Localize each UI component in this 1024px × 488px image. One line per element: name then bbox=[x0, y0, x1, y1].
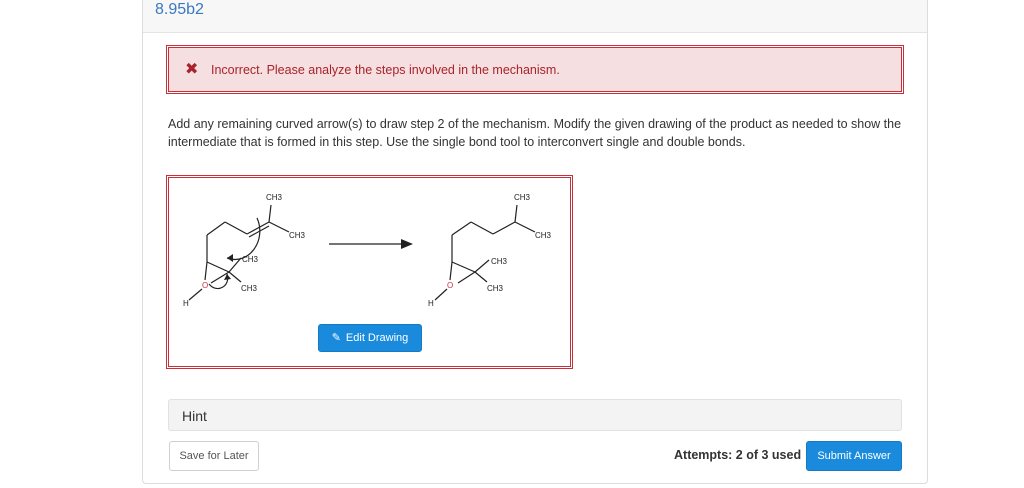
product-label-ch3-right: CH3 bbox=[535, 231, 552, 240]
submit-answer-button[interactable]: Submit Answer bbox=[806, 441, 902, 471]
reactant-label-ch3-right: CH3 bbox=[289, 231, 306, 240]
reactant-label-ch3-top: CH3 bbox=[266, 193, 283, 202]
instructions-text: Add any remaining curved arrow(s) to dra… bbox=[168, 117, 902, 149]
product-label-ch3-bottom: CH3 bbox=[487, 284, 504, 293]
pencil-icon: ✎ bbox=[331, 332, 341, 344]
edit-drawing-label: Edit Drawing bbox=[345, 332, 409, 344]
reactant-label-ch3-bottom: CH3 bbox=[241, 284, 258, 293]
reaction-arrowhead bbox=[401, 239, 413, 249]
card-header: 8.95b2 bbox=[143, 0, 927, 33]
reactant-label-h: H bbox=[183, 299, 189, 308]
reactant-label-o: O bbox=[202, 281, 208, 290]
reactant-label-ch3-mid: CH3 bbox=[242, 255, 259, 264]
attempts-counter: Attempts: 2 of 3 used bbox=[674, 448, 802, 462]
incorrect-alert: ✖ Incorrect. Please analyze the steps in… bbox=[166, 45, 904, 94]
hint-label: Hint bbox=[182, 408, 207, 424]
save-for-later-button[interactable]: Save for Later bbox=[169, 441, 259, 471]
product-label-ch3-top: CH3 bbox=[514, 193, 531, 202]
edit-drawing-button[interactable]: ✎ Edit Drawing bbox=[318, 324, 422, 352]
product-label-h: H bbox=[428, 299, 434, 308]
drawing-area[interactable]: CH3 CH3 CH3 CH3 H O CH3 CH3 CH3 CH3 H O … bbox=[166, 175, 573, 369]
question-id: 8.95b2 bbox=[155, 1, 204, 18]
x-icon: ✖ bbox=[185, 61, 199, 78]
question-card: 8.95b2 ✖ Incorrect. Please analyze the s… bbox=[142, 0, 928, 484]
product-label-o: O bbox=[447, 281, 453, 290]
reactant-arrowheads bbox=[224, 254, 233, 280]
alert-message: Incorrect. Please analyze the steps invo… bbox=[211, 63, 560, 77]
hint-panel[interactable]: Hint bbox=[168, 399, 902, 431]
product-label-ch3-mid: CH3 bbox=[491, 257, 508, 266]
